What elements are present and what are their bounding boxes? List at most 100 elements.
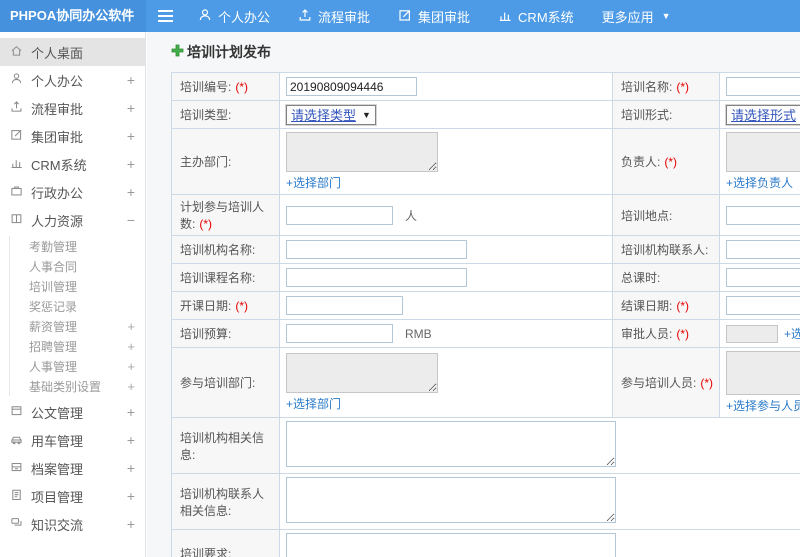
topnav-label: CRM系统 [518,9,574,25]
sidebar-item-personal-office[interactable]: 个人办公 + [0,66,145,94]
home-icon [10,44,23,60]
topnav-group-approval[interactable]: 集团审批 [384,0,484,32]
edit-icon [398,8,412,25]
topnav-label: 流程审批 [318,9,371,25]
training-number-input[interactable] [286,77,417,96]
app-title: PHPOA协同办公软件 [0,0,146,32]
field-label: 参与培训人员: [621,376,697,390]
training-mode-select[interactable]: 请选择形式 ▼ [726,104,800,125]
expand-icon[interactable]: + [127,516,135,532]
expand-icon[interactable]: + [127,488,135,504]
book-icon [10,212,23,228]
total-hours-input[interactable] [726,268,800,287]
edit-icon [10,128,23,144]
select-join-dept-link[interactable]: +选择部门 [286,395,341,412]
field-label: 总课时: [621,271,661,285]
topnav-crm[interactable]: CRM系统 [484,0,588,32]
sidebar-item-workflow-approval[interactable]: 流程审批 + [0,94,145,122]
expand-icon[interactable]: + [127,460,135,476]
training-type-select[interactable]: 请选择类型 ▼ [286,104,376,125]
host-dept-box[interactable] [286,132,438,172]
join-dept-box[interactable] [286,353,438,393]
top-bar: PHPOA协同办公软件 个人办公 流程审批 集团审批 CRM系统 更多应用 ▼ [0,0,800,32]
expand-icon[interactable]: + [127,359,135,374]
sidebar-item-personal-desktop[interactable]: 个人桌面 [0,38,145,66]
training-name-input[interactable] [726,77,800,96]
plus-icon [171,44,184,60]
hamburger-icon[interactable] [146,0,184,32]
org-contact-info-textarea[interactable] [286,477,616,523]
budget-input[interactable] [286,324,393,343]
chart-icon [10,156,23,172]
start-date-input[interactable] [286,296,403,315]
chart-icon [498,8,512,25]
sidebar-subitem-reward-punishment[interactable]: 奖惩记录 [10,296,145,316]
sidebar-item-hr[interactable]: 人力资源 − [0,206,145,234]
sidebar-item-group-approval[interactable]: 集团审批 + [0,122,145,150]
expand-icon[interactable]: + [127,432,135,448]
topnav-label: 个人办公 [218,9,271,25]
upload-icon [298,8,312,25]
select-leader-link[interactable]: +选择负责人 [726,174,793,191]
expand-icon[interactable]: + [127,184,135,200]
topnav-more-apps[interactable]: 更多应用 ▼ [588,0,685,32]
sidebar-subitem-personnel[interactable]: 人事管理 + [10,356,145,376]
form-row: 主办部门: +选择部门 负责人: (*) +选择负责人 [171,128,800,195]
expand-icon[interactable]: + [127,339,135,354]
org-contact-input[interactable] [726,240,800,259]
briefcase-icon [10,184,23,200]
document-icon [10,404,23,420]
expand-icon[interactable]: + [127,72,135,88]
sidebar-item-crm[interactable]: CRM系统 + [0,150,145,178]
org-name-input[interactable] [286,240,467,259]
sidebar-item-official-docs[interactable]: 公文管理 + [0,398,145,426]
sidebar-item-vehicle[interactable]: 用车管理 + [0,426,145,454]
join-people-box[interactable] [726,351,800,395]
expand-icon[interactable]: + [127,156,135,172]
form-row: 培训机构联系人相关信息: [171,473,800,530]
expand-icon[interactable]: + [127,100,135,116]
course-name-input[interactable] [286,268,467,287]
topnav-personal-office[interactable]: 个人办公 [184,0,284,32]
sidebar-item-label: 档案管理 [31,461,84,477]
field-label: 负责人: [621,155,661,169]
org-info-textarea[interactable] [286,421,616,467]
location-input[interactable] [726,205,800,225]
form-row: 参与培训部门: +选择部门 参与培训人员: (*) +选择参与人员 [171,347,800,418]
expand-icon[interactable]: + [127,404,135,420]
sidebar-item-label: 流程审批 [31,101,84,117]
expand-icon[interactable]: + [127,379,135,394]
sidebar-item-archives[interactable]: 档案管理 + [0,454,145,482]
sidebar-item-projects[interactable]: 项目管理 + [0,482,145,510]
required-mark: (*) [664,155,678,169]
sidebar-subitem-training[interactable]: 培训管理 [10,276,145,296]
planned-count-input[interactable] [286,205,393,225]
topnav-workflow-approval[interactable]: 流程审批 [284,0,384,32]
sidebar-item-admin-office[interactable]: 行政办公 + [0,178,145,206]
required-mark: (*) [676,327,690,341]
end-date-input[interactable] [726,296,800,315]
sidebar-subitem-salary[interactable]: 薪资管理 + [10,316,145,336]
sidebar-subitem-attendance[interactable]: 考勤管理 [10,236,145,256]
select-approver-link[interactable]: +选择审批人员 [784,325,800,342]
expand-icon[interactable]: + [127,319,135,334]
select-dept-link[interactable]: +选择部门 [286,174,341,191]
select-join-people-link[interactable]: +选择参与人员 [726,397,800,414]
field-label: 培训名称: [621,80,673,94]
requirement-textarea[interactable] [286,533,616,557]
expand-icon[interactable]: + [127,128,135,144]
car-icon [10,432,23,448]
sidebar-item-label: 奖惩记录 [29,299,78,314]
form-row: 培训机构相关信息: [171,417,800,474]
chat-icon [10,516,23,532]
currency-suffix: RMB [405,326,432,341]
approver-box[interactable] [726,324,778,343]
sidebar-subitem-recruitment[interactable]: 招聘管理 + [10,336,145,356]
leader-box[interactable] [726,132,800,172]
collapse-icon[interactable]: − [127,212,135,228]
sidebar-item-label: 个人桌面 [31,45,84,61]
sidebar-subitem-base-category[interactable]: 基础类别设置 + [10,376,145,396]
sidebar-subitem-hr-contract[interactable]: 人事合同 [10,256,145,276]
sidebar-item-knowledge[interactable]: 知识交流 + [0,510,145,538]
archive-icon [10,460,23,476]
